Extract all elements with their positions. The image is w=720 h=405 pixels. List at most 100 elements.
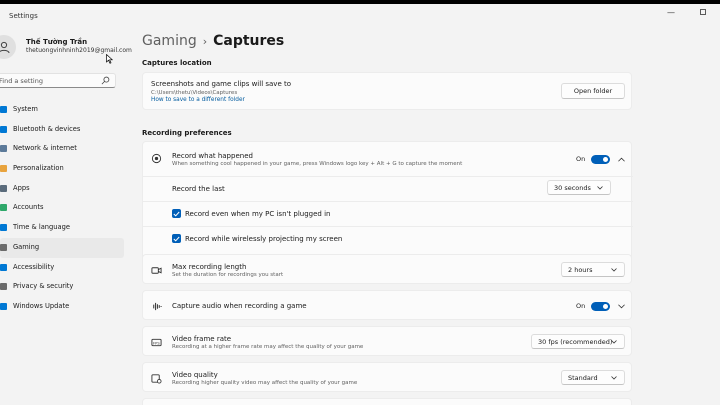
shield-icon [0,283,7,291]
video-quality-subtitle: Recording higher quality video may affec… [172,380,358,386]
person-icon [0,204,7,212]
sidebar: Thế Tường Trần thetuongvinhninh2019@gmai… [0,26,132,405]
sidebar-item-network-internet[interactable]: Network & internet [0,139,124,159]
sidebar-item-time-language[interactable]: Time & language [0,218,124,238]
globe-clock-icon [0,224,7,232]
chevron-down-icon [611,340,617,344]
maximize-button[interactable] [696,8,710,17]
search-input[interactable] [0,75,99,86]
user-name: Thế Tường Trần [26,38,88,46]
capture-audio-toggle[interactable] [591,302,610,311]
page-title: Captures [213,33,285,49]
section-captures-location: Captures location [142,59,212,67]
save-location-path: C:\Users\thetu\Videos\Captures [151,90,238,96]
sidebar-item-label: Gaming [13,242,40,251]
sidebar-item-bluetooth-devices[interactable]: Bluetooth & devices [0,120,124,140]
chevron-down-icon [611,268,617,272]
accessibility-icon [0,263,7,271]
checkbox-wireless[interactable] [172,234,181,243]
record-the-last-value: 30 seconds [554,184,591,192]
chevron-down-icon [611,376,617,380]
breadcrumb-parent[interactable]: Gaming [142,33,197,49]
sidebar-item-label: Accounts [13,203,44,212]
capture-audio-state: On [576,302,586,310]
chevron-down-icon [597,186,603,190]
sidebar-item-accounts[interactable]: Accounts [0,198,124,218]
record-what-happened-toggle[interactable] [591,155,610,164]
open-folder-button[interactable]: Open folder [561,83,625,99]
sidebar-item-label: System [13,105,38,113]
audio-wave-icon [153,302,162,311]
record-what-happened-title: Record what happened [172,152,253,160]
record-the-last-label: Record the last [172,185,225,193]
divider [143,201,633,202]
record-what-happened-state: On [576,155,586,163]
checkmark-icon [173,236,180,242]
user-icon [0,41,10,54]
user-email: thetuongvinhninh2019@gmail.com [26,47,132,54]
video-frame-rate-title: Video frame rate [172,335,232,343]
checkbox-unplugged[interactable] [172,209,181,218]
checkmark-icon [173,211,180,217]
sidebar-item-apps[interactable]: Apps [0,179,124,199]
sidebar-item-accessibility[interactable]: Accessibility [0,258,124,278]
search-box[interactable] [0,73,116,88]
record-the-last-dropdown[interactable]: 30 seconds [547,180,611,195]
video-quality-dropdown[interactable]: Standard [561,370,625,385]
divider [143,226,633,227]
minimize-button[interactable]: — [664,8,678,17]
search-icon[interactable] [101,76,110,85]
record-what-happened-subtitle: When something cool happened in your gam… [172,161,463,167]
maximize-icon [700,9,706,15]
max-recording-length-subtitle: Set the duration for recordings you star… [172,272,284,278]
checkbox-wireless-label[interactable]: Record while wirelessly projecting my sc… [185,235,342,243]
sidebar-item-label: Bluetooth & devices [13,124,81,133]
sidebar-item-label: Network & internet [13,144,77,153]
sidebar-item-gaming[interactable]: Gaming [0,237,124,258]
fps-icon: FPS [151,338,162,347]
update-icon [0,302,7,310]
wifi-icon [0,145,7,153]
video-quality-title: Video quality [172,371,218,379]
chevron-up-icon[interactable] [618,157,625,162]
video-quality-card: Video quality Recording higher quality v… [142,362,632,392]
sidebar-item-windows-update[interactable]: Windows Update [0,297,124,317]
sidebar-item-label: Privacy & security [13,282,74,291]
video-settings-icon [151,374,162,384]
chevron-down-icon[interactable] [618,304,625,309]
capture-audio-card: Capture audio when recording a game On [142,290,632,320]
mouse-cursor-icon [106,53,114,67]
breadcrumb-separator: › [202,35,208,48]
max-recording-length-value: 2 hours [568,266,593,274]
sidebar-item-label: Windows Update [13,301,70,310]
apps-icon [0,184,7,192]
monitor-icon [0,106,7,113]
next-setting-card [142,398,632,405]
sidebar-item-label: Apps [13,183,30,192]
sidebar-item-label: Time & language [13,223,70,232]
save-location-title: Screenshots and game clips will save to [151,80,292,88]
checkbox-unplugged-label[interactable]: Record even when my PC isn't plugged in [185,210,330,218]
breadcrumb: Gaming › Captures [142,33,284,49]
video-frame-rate-subtitle: Recording at a higher frame rate may aff… [172,344,364,350]
video-frame-rate-dropdown[interactable]: 30 fps (recommended) [531,334,625,349]
sidebar-item-label: Personalization [13,164,64,173]
bluetooth-icon [0,125,7,133]
sidebar-item-personalization[interactable]: Personalization [0,159,124,179]
video-frame-rate-value: 30 fps (recommended) [538,338,613,346]
sidebar-item-system[interactable]: System [0,100,124,120]
save-location-link[interactable]: How to save to a different folder [151,97,245,103]
sidebar-item-label: Accessibility [13,262,55,271]
captures-location-card: Screenshots and game clips will save to … [142,72,632,110]
max-recording-length-card: Max recording length Set the duration fo… [142,254,632,284]
record-icon [151,153,162,164]
avatar[interactable] [0,35,16,59]
video-frame-rate-card: FPS Video frame rate Recording at a high… [142,326,632,356]
sidebar-item-privacy-security[interactable]: Privacy & security [0,277,124,297]
gamepad-icon [0,243,7,251]
max-recording-length-dropdown[interactable]: 2 hours [561,262,625,277]
divider [143,176,633,177]
max-recording-length-title: Max recording length [172,263,247,271]
video-quality-value: Standard [568,374,598,382]
sidebar-nav: System Bluetooth & devices Network & inter… [0,100,124,317]
